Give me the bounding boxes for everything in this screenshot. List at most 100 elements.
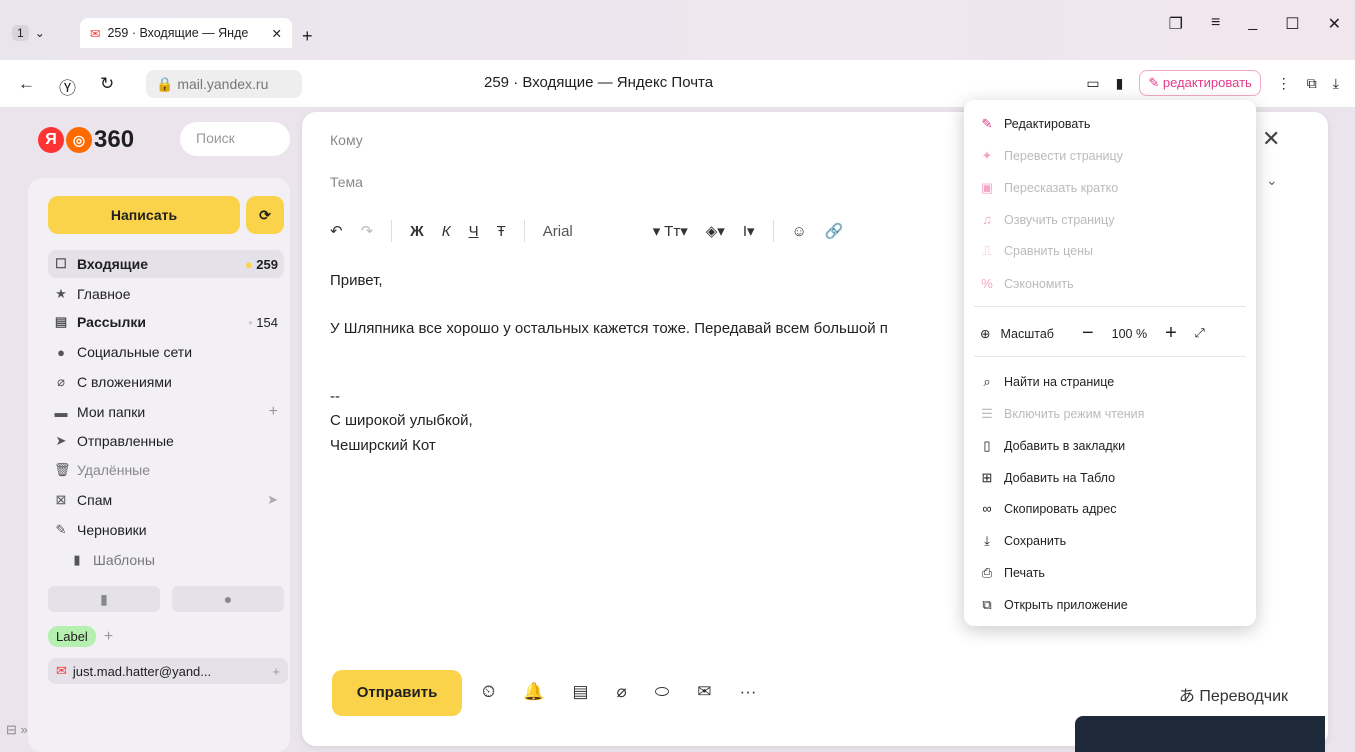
template-icon[interactable]: ▤ (572, 682, 588, 702)
url-field[interactable]: 🔒 mail.yandex.ru (146, 70, 302, 98)
folder-newsletters[interactable]: ▤ Рассылки • 154 (48, 308, 284, 336)
menu-item-open-app[interactable]: ⧉ Открыть приложение (980, 597, 1127, 613)
signature-line[interactable]: Чеширский Кот (330, 437, 436, 454)
yandex-360-logo[interactable]: Я ◎ 360 (38, 126, 134, 154)
fill-color-icon[interactable]: ◈▾ (706, 222, 725, 240)
close-tab-icon[interactable]: ✕ (272, 26, 282, 41)
menu-item-edit[interactable]: ✎ Редактировать (980, 116, 1091, 132)
text-color-icon[interactable]: I▾ (743, 222, 755, 240)
folder-drafts[interactable]: ✎ Черновики (48, 516, 284, 544)
reader-icon[interactable]: ▭ (1086, 75, 1099, 92)
menu-item-translate[interactable]: ✦ Перевести страницу (980, 148, 1123, 164)
add-folder-icon[interactable]: + (269, 403, 284, 421)
mail-envelope-icon: ✉ (56, 663, 67, 678)
menu-item-copy-url[interactable]: ∞ Скопировать адрес (980, 501, 1116, 516)
menu-label: Добавить на Табло (1004, 471, 1116, 485)
clear-spam-icon[interactable]: ➤ (267, 492, 284, 508)
subject-field[interactable]: Тема (330, 174, 363, 190)
minimize-button[interactable]: _ (1248, 14, 1257, 34)
folder-inbox[interactable]: ☐ Входящие ● 259 (48, 250, 284, 278)
folder-social[interactable]: ● Социальные сети (48, 338, 284, 366)
zoom-out-button[interactable]: − (1082, 322, 1094, 345)
edit-button[interactable]: ✎ редактировать (1139, 70, 1261, 96)
mail-envelope-icon: ✉ (90, 26, 101, 41)
menu-item-reader-mode[interactable]: ☰ Включить режим чтения (980, 406, 1144, 422)
refresh-button[interactable]: ⟳ (246, 196, 284, 234)
menu-item-print[interactable]: ⎙ Печать (980, 565, 1045, 581)
translator-button[interactable]: あ Переводчик (1179, 682, 1288, 706)
body-line[interactable]: У Шляпника все хорошо у остальных кажетс… (330, 320, 888, 337)
folder-main[interactable]: ★ Главное (48, 280, 284, 308)
clock-icon[interactable]: ⏲ (482, 682, 495, 702)
divider (772, 220, 774, 242)
body-line[interactable]: Привет, (330, 272, 383, 289)
menu-item-tablo[interactable]: ⊞ Добавить на Табло (980, 470, 1116, 486)
account-email: just.mad.hatter@yand... (72, 663, 212, 679)
menu-item-bookmark[interactable]: ▯ Добавить в закладки (980, 438, 1125, 454)
close-window-button[interactable]: ✕ (1328, 14, 1341, 34)
font-select[interactable]: Arial (543, 223, 635, 240)
menu-item-find[interactable]: ⌕ Найти на странице (980, 374, 1114, 390)
folder-label: Удалённые (77, 462, 151, 478)
chevron-down-icon[interactable]: ⌄ (1266, 172, 1278, 189)
tab-counter[interactable]: 1 ⌄ (12, 25, 45, 41)
bookmark-filter-button[interactable]: ▮ (48, 586, 160, 612)
label-chip[interactable]: Label (48, 626, 96, 647)
attach-icon[interactable]: ⌀ (617, 682, 627, 702)
menu-item-voice[interactable]: ♫ Озвучить страницу (980, 212, 1114, 227)
maximize-button[interactable]: ☐ (1285, 14, 1299, 34)
menu-item-save[interactable]: ⤓ Сохранить (980, 533, 1066, 549)
more-icon[interactable]: ··· (740, 682, 757, 702)
search-input[interactable]: Поиск (180, 122, 290, 156)
unread-filter-button[interactable]: ● (172, 586, 284, 612)
collapse-sidebar-button[interactable]: ⊟ » (6, 722, 28, 738)
link-icon[interactable]: 🔗 (825, 222, 844, 240)
undo-icon[interactable]: ↶ (330, 222, 343, 240)
menu-item-compare-prices[interactable]: ⎍ Сравнить цены (980, 243, 1093, 259)
redo-icon[interactable]: ↷ (361, 222, 374, 240)
underline-button[interactable]: Ч (469, 223, 479, 240)
menu-label: Сравнить цены (1004, 244, 1094, 258)
zoom-controls: − 100 % + ⤢ (1082, 322, 1205, 345)
copy-icon[interactable]: ❐ (1169, 14, 1183, 34)
menu-item-save-money[interactable]: % Сэкономить (980, 276, 1073, 291)
reload-icon[interactable]: ↻ (100, 74, 114, 99)
to-field[interactable]: Кому (330, 132, 363, 148)
menu-icon[interactable]: ≡ (1211, 14, 1220, 34)
close-compose-icon[interactable]: ✕ (1262, 126, 1280, 152)
zoom-in-button[interactable]: + (1165, 322, 1177, 345)
bold-button[interactable]: Ж (410, 223, 424, 240)
folder-label: Отправленные (77, 433, 174, 449)
disk-icon[interactable]: ⬭ (655, 682, 670, 702)
account-item[interactable]: ✉ just.mad.hatter@yand... + (48, 658, 288, 684)
folder-spam[interactable]: ⊠ Спам ➤ (48, 486, 284, 514)
folder-my-folders[interactable]: ▬ Мои папки + (48, 398, 284, 426)
bell-icon[interactable]: 🔔 (523, 682, 544, 702)
strike-button[interactable]: Ŧ (497, 223, 506, 240)
menu-item-summarize[interactable]: ▣ Пересказать кратко (980, 180, 1118, 196)
font-size-button[interactable]: ▾ Tт▾ (653, 222, 688, 240)
send-button[interactable]: Отправить (332, 670, 462, 716)
active-tab[interactable]: ✉ 259 · Входящие — Янде ✕ (80, 18, 292, 48)
emoji-icon[interactable]: ☺ (792, 223, 807, 240)
new-tab-button[interactable]: + (302, 26, 313, 47)
folder-templates[interactable]: ▮ Шаблоны (48, 546, 284, 574)
envelope-icon[interactable]: ✉ (697, 682, 711, 702)
yandex-icon[interactable]: Ⓨ (59, 74, 76, 99)
extensions-icon[interactable]: ⧉ (1307, 75, 1317, 92)
italic-button[interactable]: К (442, 223, 451, 240)
fullscreen-icon[interactable]: ⤢ (1195, 326, 1205, 341)
add-label-icon[interactable]: + (104, 628, 113, 646)
signature-line[interactable]: С широкой улыбкой, (330, 412, 473, 429)
add-account-icon[interactable]: + (272, 664, 288, 679)
back-arrow-icon[interactable]: ← (18, 74, 35, 99)
folder-attachments[interactable]: ⌀ С вложениями (48, 368, 284, 396)
download-icon[interactable]: ⤓ (1333, 75, 1339, 92)
compose-button[interactable]: Написать (48, 196, 240, 234)
folder-sent[interactable]: ➤ Отправленные (48, 427, 284, 455)
more-vertical-icon[interactable]: ⋮ (1277, 75, 1291, 92)
bookmark-icon[interactable]: ▮ (1116, 75, 1124, 92)
draft-icon: ✎ (55, 522, 67, 537)
signature-dash[interactable]: -- (330, 388, 340, 405)
folder-deleted[interactable]: 🗑 Удалённые (48, 456, 284, 484)
